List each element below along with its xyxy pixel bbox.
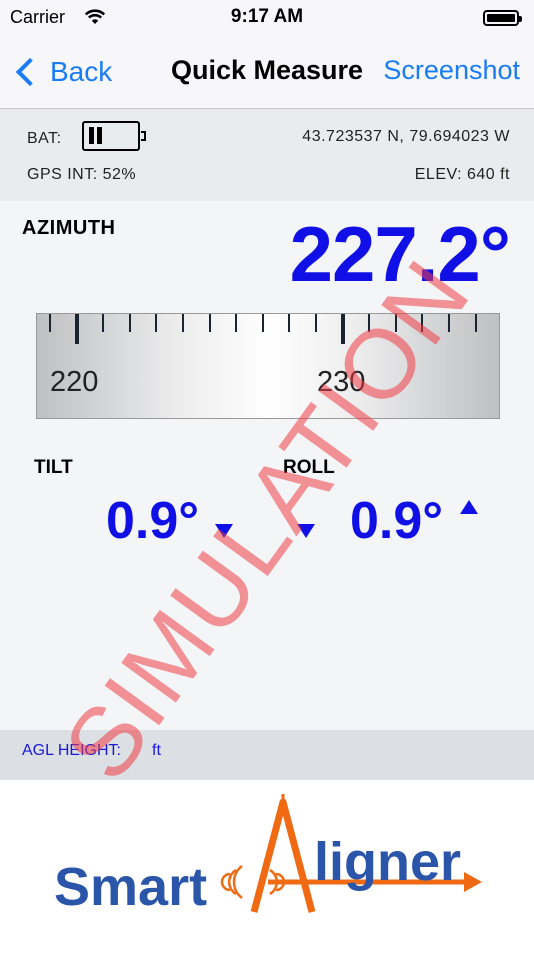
scale-tick (368, 314, 371, 332)
roll-down-arrow-icon (297, 524, 315, 538)
scale-tick (288, 314, 291, 332)
back-button[interactable]: Back (12, 54, 112, 90)
status-bar: Carrier 9:17 AM (0, 0, 534, 36)
scale-tick (235, 314, 238, 332)
chevron-left-icon (15, 57, 45, 87)
azimuth-value: 227.2° (289, 210, 511, 298)
roll-up-arrow-icon (460, 500, 478, 514)
scale-tick (49, 314, 51, 332)
logo-text-smart: Smart (54, 857, 207, 917)
roll-label: ROLL (283, 457, 335, 478)
azimuth-label: AZIMUTH (22, 217, 116, 239)
scale-tick (208, 314, 211, 332)
scale-label-230: 230 (317, 366, 366, 398)
scale-label-220: 220 (50, 366, 99, 398)
status-time: 9:17 AM (230, 6, 304, 27)
scale-tick (261, 314, 264, 332)
gps-coordinates: 43.723537 N, 79.694023 W (302, 128, 510, 145)
tilt-down-arrow-icon (215, 524, 233, 538)
scale-tick (421, 314, 424, 332)
device-battery-icon (82, 121, 146, 151)
scale-major-tick (74, 314, 79, 344)
scale-tick (128, 314, 131, 332)
tilt-label: TILT (34, 457, 73, 478)
scale-tick (474, 314, 477, 332)
roll-value: 0.9° (350, 492, 444, 550)
gps-intensity: GPS INT: 52% (27, 166, 137, 183)
tilt-value: 0.9° (106, 492, 200, 550)
scale-tick (448, 314, 450, 332)
logo-text-aligner: ligner (314, 832, 461, 892)
scale-tick (315, 314, 317, 332)
scale-major-tick (340, 314, 345, 344)
scale-tick (182, 314, 184, 332)
agl-height-label: AGL HEIGHT: (22, 742, 121, 759)
navigation-bar: Back Quick Measure Screenshot (0, 36, 534, 109)
scale-tick (102, 314, 105, 332)
device-info-panel: BAT: 43.723537 N, 79.694023 W GPS INT: 5… (0, 109, 534, 201)
azimuth-scale: 220 230 (36, 313, 500, 419)
measure-panel: AZIMUTH 227.2° 220 230 TILT ROLL 0.9° 0.… (0, 201, 534, 730)
elevation: ELEV: 640 ft (414, 166, 510, 183)
back-button-label: Back (50, 56, 113, 87)
smartaligner-logo: Smart ligner (0, 780, 534, 950)
status-battery-icon (483, 10, 522, 26)
screenshot-button[interactable]: Screenshot (383, 55, 520, 86)
scale-tick (155, 314, 158, 332)
battery-label: BAT: (27, 130, 62, 147)
agl-height-unit: ft (152, 742, 161, 759)
agl-height-bar[interactable]: AGL HEIGHT: ft (0, 730, 534, 780)
scale-tick (394, 314, 397, 332)
